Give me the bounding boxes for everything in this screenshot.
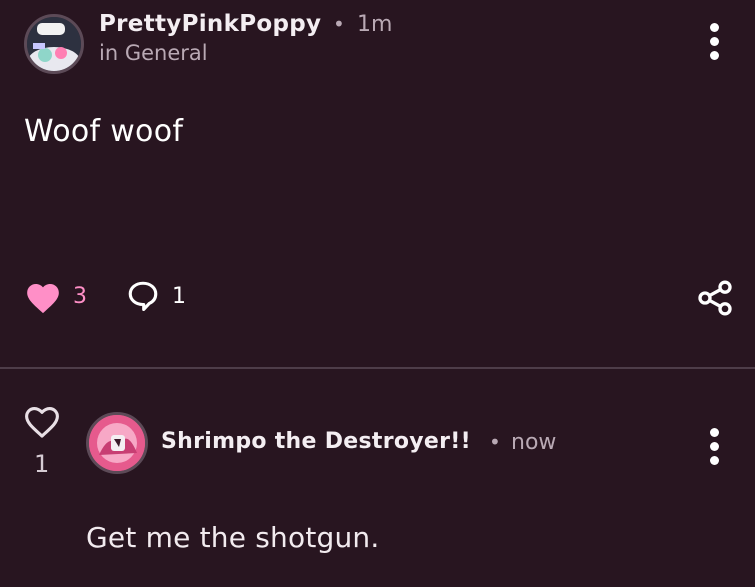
post-timestamp: 1m: [357, 12, 393, 37]
avatar-image: [27, 17, 81, 71]
separator-dot: •: [489, 430, 501, 454]
comment-bubble-icon[interactable]: [126, 279, 160, 313]
comment-timestamp: now: [511, 430, 557, 455]
separator-dot: •: [333, 12, 345, 36]
post-community[interactable]: in General: [99, 41, 208, 65]
comment-count: 1: [172, 284, 186, 309]
comment-like-count: 1: [34, 450, 50, 478]
heart-outline-icon[interactable]: [22, 403, 62, 439]
comment-body-text: Get me the shotgun.: [86, 521, 380, 554]
post-author-name[interactable]: PrettyPinkPoppy: [99, 11, 321, 37]
post-author-avatar[interactable]: [24, 14, 84, 74]
heart-filled-icon[interactable]: [24, 279, 62, 315]
avatar-image: [89, 415, 145, 471]
share-icon[interactable]: [695, 278, 735, 318]
comment-more-options-icon[interactable]: [709, 428, 719, 465]
post-more-options-icon[interactable]: [709, 23, 719, 60]
section-divider: [0, 367, 755, 369]
comment-author-avatar[interactable]: [86, 412, 148, 474]
like-count: 3: [73, 284, 87, 309]
comment-author-name[interactable]: Shrimpo the Destroyer!!: [161, 429, 471, 454]
post-body-text: Woof woof: [24, 114, 184, 149]
